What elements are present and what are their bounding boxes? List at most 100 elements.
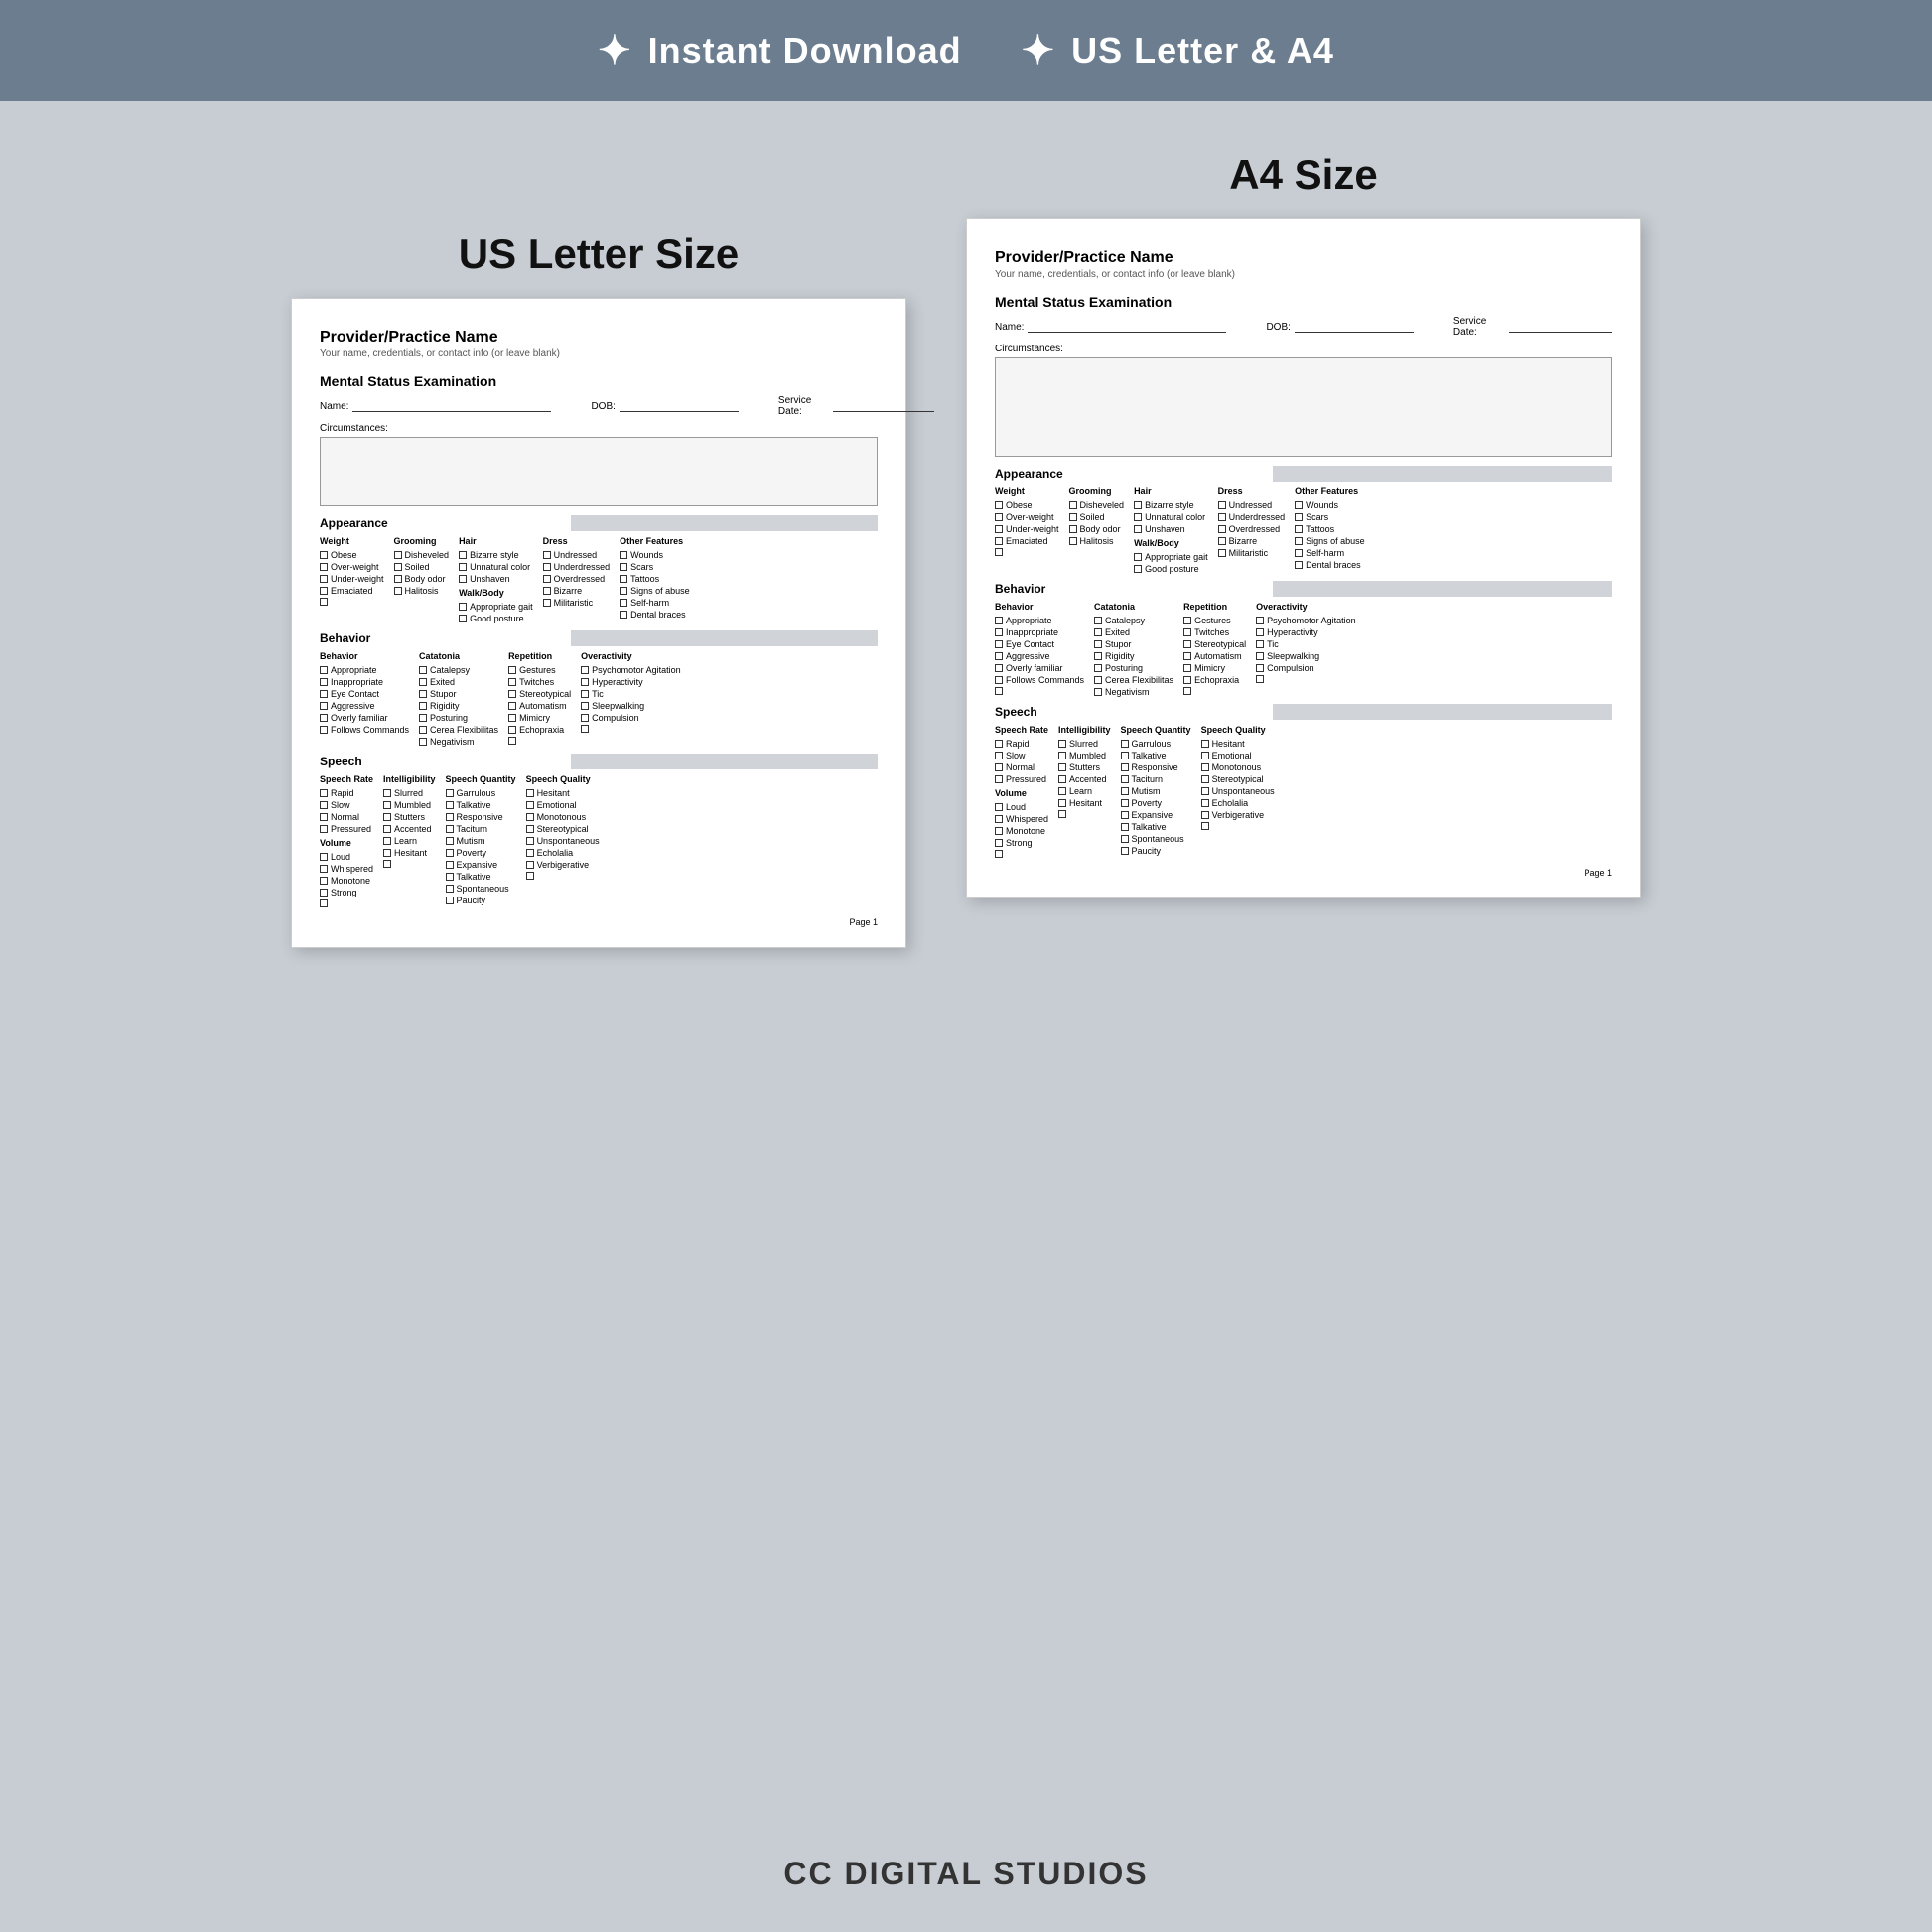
cb-unshaven: Unshaven xyxy=(459,574,533,584)
a4-cb-undressed: Undressed xyxy=(1218,500,1286,510)
a4-circumstances-box[interactable] xyxy=(995,357,1612,457)
behavior-col-overactivity: Overactivity Psychomotor Agitation Hyper… xyxy=(581,651,681,747)
a4-cb-qual-blank xyxy=(1201,822,1275,830)
a4-cb-inappropriate: Inappropriate xyxy=(995,627,1084,637)
cb-tic: Tic xyxy=(581,689,681,699)
dob-line xyxy=(620,400,739,412)
a4-cb-slurred: Slurred xyxy=(1058,739,1111,749)
cb-compulsion: Compulsion xyxy=(581,713,681,723)
a4-cb-obese: Obese xyxy=(995,500,1059,510)
cb-undressed: Undressed xyxy=(543,550,611,560)
a4-cb-hyperactivity: Hyperactivity xyxy=(1256,627,1356,637)
a4-cb-cerea: Cerea Flexibilitas xyxy=(1094,675,1173,685)
cb-disheveled: Disheveled xyxy=(394,550,450,560)
a4-cb-learn: Learn xyxy=(1058,786,1111,796)
cb-tattoos: Tattoos xyxy=(620,574,690,584)
a4-cb-halitosis: Halitosis xyxy=(1069,536,1125,546)
cb-appropriate-gait: Appropriate gait xyxy=(459,602,533,612)
grooming-header: Grooming xyxy=(394,536,450,546)
cb-eye-contact: Eye Contact xyxy=(320,689,409,699)
a4-dob-label: DOB: xyxy=(1266,322,1290,333)
cb-stutters: Stutters xyxy=(383,812,436,822)
a4-circumstances-label: Circumstances: xyxy=(995,344,1612,354)
a4-speech-header: Speech xyxy=(995,705,1612,719)
behavior-col-repetition: Repetition Gestures Twitches Stereotypic… xyxy=(508,651,571,747)
circumstances-box[interactable] xyxy=(320,437,878,506)
name-line xyxy=(352,400,551,412)
cb-overdressed: Overdressed xyxy=(543,574,611,584)
speech-header: Speech xyxy=(320,755,878,768)
a4-cb-militaristic: Militaristic xyxy=(1218,548,1286,558)
cb-responsive: Responsive xyxy=(446,812,516,822)
a4-behavior-col: Behavior Appropriate Inappropriate Eye C… xyxy=(995,602,1084,697)
cb-loud: Loud xyxy=(320,852,373,862)
dob-label: DOB: xyxy=(591,401,615,412)
cb-appropriate: Appropriate xyxy=(320,665,409,675)
behavior-col-catatonia: Catatonia Catalepsy Exited Stupor Rigidi… xyxy=(419,651,498,747)
a4-cb-body-odor: Body odor xyxy=(1069,524,1125,534)
a4-cb-slow: Slow xyxy=(995,751,1048,760)
circumstances-label: Circumstances: xyxy=(320,423,878,434)
a4-cb-rapid: Rapid xyxy=(995,739,1048,749)
a4-cb-monotone: Monotone xyxy=(995,826,1048,836)
top-banner: ✦ Instant Download ✦ US Letter & A4 xyxy=(0,0,1932,101)
a4-cb-compulsion: Compulsion xyxy=(1256,663,1356,673)
cb-underdressed: Underdressed xyxy=(543,562,611,572)
a4-cb-overweight: Over-weight xyxy=(995,512,1059,522)
cb-echopraxia: Echopraxia xyxy=(508,725,571,735)
behavior-col-header: Behavior xyxy=(320,651,409,661)
a4-cb-wounds: Wounds xyxy=(1295,500,1365,510)
cb-stereotypical-speech: Stereotypical xyxy=(526,824,600,834)
brand-name: CC DIGITAL STUDIOS xyxy=(0,1836,1932,1932)
cb-talkative2: Talkative xyxy=(446,872,516,882)
name-label: Name: xyxy=(320,401,348,412)
appearance-label: Appearance xyxy=(320,516,396,530)
appearance-col-hair: Hair Bizarre style Unnatural color Unsha… xyxy=(459,536,533,623)
provider-sub: Your name, credentials, or contact info … xyxy=(320,348,878,359)
a4-cb-beh-blank xyxy=(995,687,1084,695)
cb-bizarre: Bizarre xyxy=(543,586,611,596)
a4-cb-aggressive: Aggressive xyxy=(995,651,1084,661)
us-letter-card: Provider/Practice Name Your name, creden… xyxy=(291,298,906,948)
cb-aggressive: Aggressive xyxy=(320,701,409,711)
a4-cb-echopraxia: Echopraxia xyxy=(1183,675,1246,685)
a4-provider-name: Provider/Practice Name xyxy=(995,249,1612,267)
a4-cb-accented: Accented xyxy=(1058,774,1111,784)
appearance-header: Appearance xyxy=(320,516,878,530)
a4-cb-spontaneous: Spontaneous xyxy=(1121,834,1191,844)
cb-stupor: Stupor xyxy=(419,689,498,699)
cb-whispered: Whispered xyxy=(320,864,373,874)
a4-cb-posturing: Posturing xyxy=(1094,663,1173,673)
a4-cb-responsive: Responsive xyxy=(1121,762,1191,772)
a4-cb-gestures: Gestures xyxy=(1183,616,1246,625)
dob-field: DOB: xyxy=(591,395,738,417)
cb-soiled: Soiled xyxy=(394,562,450,572)
a4-grooming-col: Grooming Disheveled Soiled Body odor Hal… xyxy=(1069,486,1125,574)
cb-overweight: Over-weight xyxy=(320,562,384,572)
a4-cb-good-posture: Good posture xyxy=(1134,564,1208,574)
a4-appearance-grid: Weight Obese Over-weight Under-weight Em… xyxy=(995,486,1612,574)
a4-cb-follows-commands: Follows Commands xyxy=(995,675,1084,685)
a4-cb-tattoos: Tattoos xyxy=(1295,524,1365,534)
a4-cb-talkative2: Talkative xyxy=(1121,822,1191,832)
a4-cb-ov-blank xyxy=(1256,675,1356,683)
quantity-header: Speech Quantity xyxy=(446,774,516,784)
cb-scars: Scars xyxy=(620,562,690,572)
a4-provider-sub: Your name, credentials, or contact info … xyxy=(995,269,1612,280)
appearance-col-other: Other Features Wounds Scars Tattoos Sign… xyxy=(620,536,690,623)
a4-cb-mimicry: Mimicry xyxy=(1183,663,1246,673)
cb-emotional: Emotional xyxy=(526,800,600,810)
cb-body-odor: Body odor xyxy=(394,574,450,584)
speech-col-rate: Speech Rate Rapid Slow Normal Pressured … xyxy=(320,774,373,907)
a4-overactivity-col: Overactivity Psychomotor Agitation Hyper… xyxy=(1256,602,1356,697)
walkbody-header: Walk/Body xyxy=(459,588,533,598)
cb-normal: Normal xyxy=(320,812,373,822)
a4-cb-stupor: Stupor xyxy=(1094,639,1173,649)
mse-title: Mental Status Examination xyxy=(320,373,878,389)
speech-label: Speech xyxy=(320,755,370,768)
speech-rate-header: Speech Rate xyxy=(320,774,373,784)
a4-cb-stereotypical-sp: Stereotypical xyxy=(1201,774,1275,784)
a4-service-date-line xyxy=(1509,321,1612,333)
a4-quantity-col: Speech Quantity Garrulous Talkative Resp… xyxy=(1121,725,1191,858)
cb-gestures: Gestures xyxy=(508,665,571,675)
